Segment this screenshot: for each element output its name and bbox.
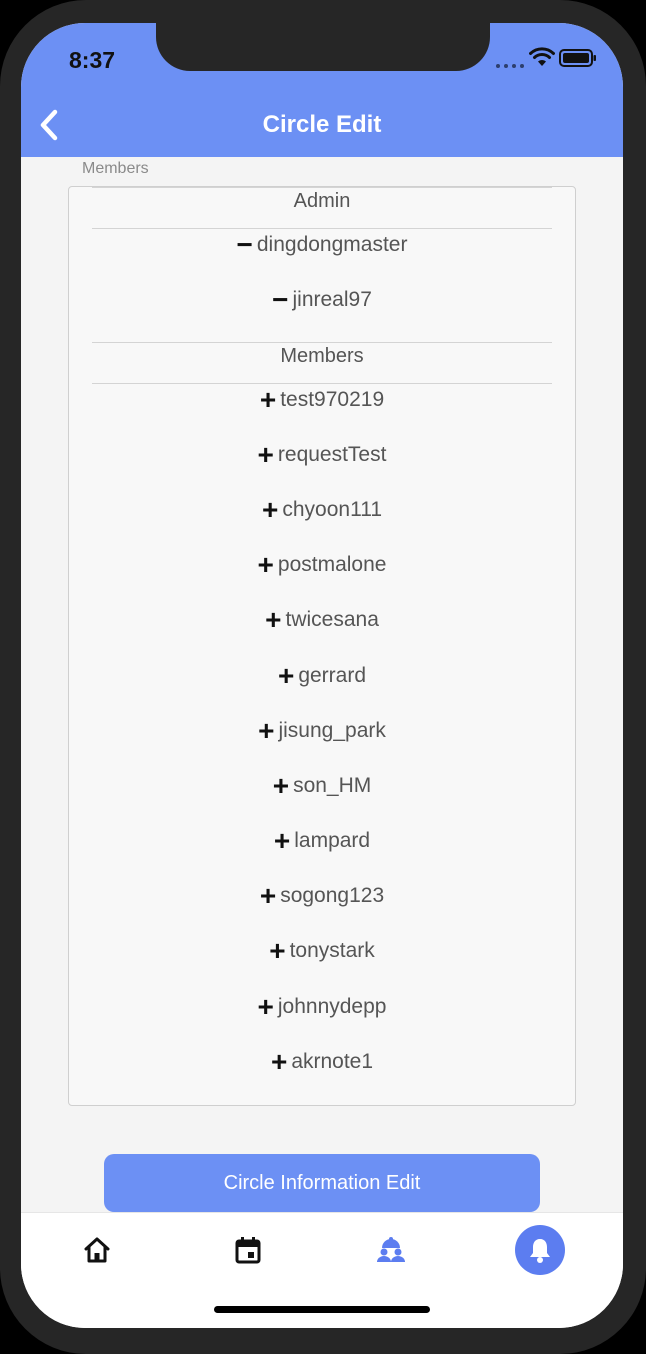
member-name: tonystark (289, 939, 375, 962)
add-icon: + (269, 935, 286, 966)
add-icon: + (272, 770, 290, 801)
member-row[interactable]: + akrnote1 (69, 1047, 575, 1077)
member-name: sogong123 (280, 884, 385, 907)
status-time: 8:37 (69, 47, 116, 73)
member-name: johnnydepp (277, 995, 387, 1018)
remove-icon: − (236, 229, 253, 260)
bell-icon (530, 1239, 550, 1263)
tab-home[interactable] (69, 1225, 125, 1275)
member-name: twicesana (285, 608, 379, 631)
member-row[interactable]: + lampard (69, 826, 575, 856)
admin-row-dingdongmaster[interactable]: − dingdongmaster (69, 230, 575, 260)
member-row[interactable]: + twicesana (69, 605, 575, 635)
member-row[interactable]: + son_HM (69, 771, 575, 801)
add-icon: + (277, 660, 295, 691)
tab-calendar[interactable] (220, 1225, 276, 1275)
divider (92, 228, 552, 229)
add-icon: + (257, 439, 274, 470)
active-tab-indicator (515, 1225, 565, 1275)
calendar-icon (235, 1237, 261, 1264)
member-row[interactable]: + test970219 (69, 385, 575, 415)
device-notch (156, 23, 490, 71)
phone-frame: 8:37 Circle Edit Members Admin − dingdon… (0, 0, 646, 1354)
back-button[interactable] (29, 105, 69, 145)
cellular-signal-icon (496, 64, 524, 68)
add-icon: + (259, 384, 277, 415)
member-name: jisung_park (278, 719, 386, 742)
member-row[interactable]: + tonystark (69, 936, 575, 966)
members-card: Admin − dingdongmaster − jinreal97 Membe… (68, 186, 576, 1106)
member-row[interactable]: + jisung_park (69, 716, 575, 746)
member-row[interactable]: + chyoon111 (69, 495, 575, 525)
member-row[interactable]: + postmalone (69, 550, 575, 580)
member-name: test970219 (280, 388, 385, 411)
member-name: son_HM (293, 774, 372, 797)
members-section-label: Members (82, 160, 149, 177)
member-name: gerrard (298, 664, 367, 687)
tab-circles[interactable] (363, 1225, 419, 1275)
member-name: akrnote1 (291, 1050, 374, 1073)
wifi-icon (529, 47, 555, 66)
remove-icon: − (272, 284, 289, 315)
add-icon: + (265, 604, 282, 635)
member-row[interactable]: + sogong123 (69, 881, 575, 911)
circle-information-edit-button[interactable]: Circle Information Edit (104, 1154, 540, 1212)
home-icon (84, 1237, 110, 1263)
member-name: requestTest (277, 443, 387, 466)
add-icon: + (259, 880, 277, 911)
member-name: postmalone (277, 553, 387, 576)
admin-group-header: Admin (293, 190, 351, 212)
home-indicator (214, 1306, 430, 1313)
add-icon: + (257, 549, 274, 580)
tab-notifications[interactable] (512, 1225, 568, 1275)
add-icon: + (258, 715, 275, 746)
group-icon (377, 1237, 405, 1262)
member-row[interactable]: + johnnydepp (69, 992, 575, 1022)
member-name: chyoon111 (282, 498, 382, 521)
divider (92, 383, 552, 384)
add-icon: + (270, 1046, 288, 1077)
add-icon: + (273, 825, 291, 856)
add-icon: + (262, 494, 279, 525)
screen: 8:37 Circle Edit Members Admin − dingdon… (21, 23, 623, 1328)
member-row[interactable]: + requestTest (69, 440, 575, 470)
admin-name: jinreal97 (292, 288, 372, 311)
admin-name: dingdongmaster (256, 233, 408, 256)
page-title: Circle Edit (262, 111, 382, 138)
members-group-header: Members (280, 345, 364, 367)
chevron-left-icon (40, 109, 58, 141)
add-icon: + (257, 991, 274, 1022)
admin-row-jinreal97[interactable]: − jinreal97 (69, 285, 575, 315)
member-row[interactable]: + gerrard (69, 661, 575, 691)
member-name: lampard (294, 829, 371, 852)
battery-icon (559, 49, 596, 67)
